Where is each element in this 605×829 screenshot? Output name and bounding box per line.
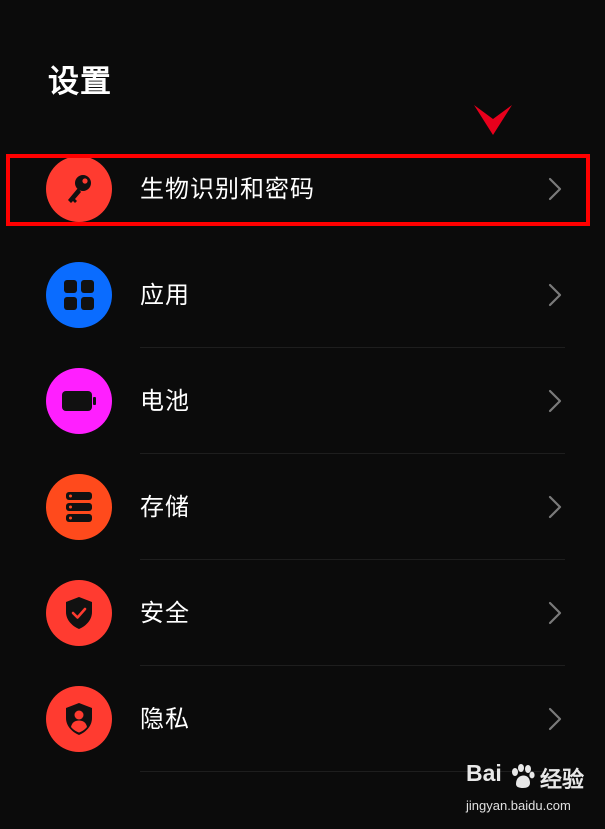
chevron-right-icon (548, 177, 562, 201)
privacy-shield-icon (46, 686, 112, 752)
settings-item-privacy[interactable]: 隐私 (0, 666, 605, 772)
settings-item-label: 电池 (140, 387, 190, 415)
annotation-arrow-marker (474, 105, 512, 135)
chevron-right-icon (548, 495, 562, 519)
battery-icon (46, 368, 112, 434)
key-icon (46, 156, 112, 222)
settings-item-label: 生物识别和密码 (140, 175, 315, 203)
baidu-jingyan-watermark: Bai 经验 jingyan.baidu.com (466, 760, 598, 822)
settings-item-label: 隐私 (140, 705, 190, 733)
watermark-brand-cn: 经验 (540, 768, 585, 793)
settings-item-battery[interactable]: 电池 (0, 348, 605, 454)
chevron-right-icon (548, 707, 562, 731)
watermark-url: jingyan.baidu.com (466, 798, 571, 813)
watermark-brand: Bai (466, 760, 502, 786)
page-title: 设置 (48, 64, 112, 100)
settings-item-apps[interactable]: 应用 (0, 242, 605, 348)
settings-item-label: 应用 (140, 281, 190, 309)
chevron-right-icon (548, 389, 562, 413)
settings-item-biometrics-password[interactable]: 生物识别和密码 (0, 136, 605, 242)
settings-item-storage[interactable]: 存储 (0, 454, 605, 560)
settings-item-label: 安全 (140, 599, 190, 627)
settings-item-label: 存储 (140, 493, 190, 521)
shield-check-icon (46, 580, 112, 646)
chevron-right-icon (548, 283, 562, 307)
storage-icon (46, 474, 112, 540)
apps-grid-icon (46, 262, 112, 328)
settings-item-security[interactable]: 安全 (0, 560, 605, 666)
chevron-right-icon (548, 601, 562, 625)
paw-icon (512, 764, 535, 788)
